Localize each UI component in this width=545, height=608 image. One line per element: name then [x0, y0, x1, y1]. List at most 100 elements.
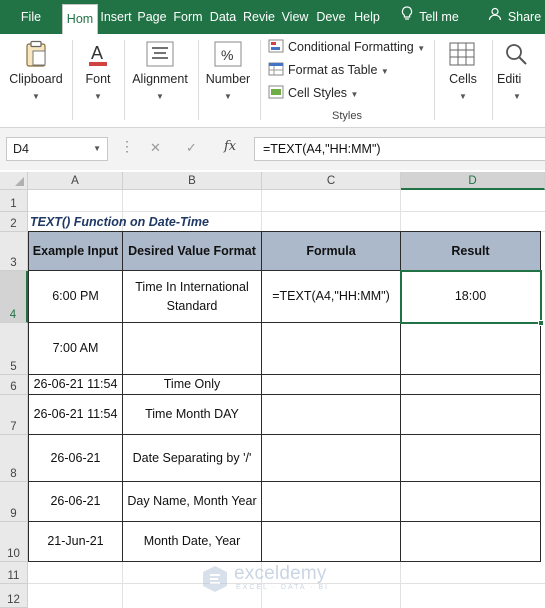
table-cell[interactable]: [401, 323, 541, 375]
cancel-icon[interactable]: ✕: [150, 140, 161, 156]
table-cell[interactable]: [262, 435, 401, 482]
table-cell[interactable]: [262, 323, 401, 375]
row-header-2[interactable]: 2: [0, 212, 28, 232]
table-cell[interactable]: Time Only: [123, 375, 262, 395]
table-cell[interactable]: 26-06-21: [29, 482, 123, 522]
table-cell[interactable]: [262, 395, 401, 435]
row-header-3[interactable]: 3: [0, 232, 28, 271]
table-cell[interactable]: Date Separating by '/': [123, 435, 262, 482]
chevron-down-icon: ▼: [32, 92, 40, 101]
exceldemy-logo-icon: [203, 566, 227, 592]
tab-formulas[interactable]: Form: [171, 0, 205, 34]
enter-icon[interactable]: ✓: [186, 140, 197, 156]
number-group[interactable]: % Number ▼: [199, 34, 257, 128]
column-header-b[interactable]: B: [123, 172, 262, 190]
ribbon: Clipboard ▼ A Font ▼ Alignment ▼ % Numbe…: [0, 34, 545, 128]
table-cell[interactable]: [401, 482, 541, 522]
table-cell[interactable]: 6:00 PM: [29, 271, 123, 323]
table-cell[interactable]: 26-06-21: [29, 435, 123, 482]
table-cell[interactable]: 26-06-21 11:54: [29, 375, 123, 395]
alignment-group[interactable]: Alignment ▼: [125, 34, 195, 128]
chevron-down-icon[interactable]: ▼: [93, 138, 101, 160]
share-button[interactable]: Share: [484, 0, 545, 34]
table-cell-selected[interactable]: 18:00: [401, 271, 541, 323]
clipboard-group[interactable]: Clipboard ▼: [0, 34, 72, 128]
conditional-formatting-label: Conditional Formatting: [288, 40, 414, 54]
tab-view[interactable]: View: [279, 0, 311, 34]
cells-group[interactable]: Cells ▼: [435, 34, 491, 128]
row-header-9[interactable]: 9: [0, 482, 28, 522]
table-cell[interactable]: [401, 395, 541, 435]
fill-handle[interactable]: [538, 320, 544, 326]
table-cell[interactable]: [262, 375, 401, 395]
spreadsheet-grid[interactable]: A B C D 1 2 3 4 5 6 7 8 9 10 11 12 TEXT(…: [0, 172, 545, 608]
table-cell[interactable]: 26-06-21 11:54: [29, 395, 123, 435]
divider: [260, 40, 261, 120]
select-all-button[interactable]: [0, 172, 28, 190]
number-label: Number: [205, 72, 251, 86]
tab-home[interactable]: Hom: [62, 4, 98, 34]
row-header-12[interactable]: 12: [0, 584, 28, 608]
row-header-6[interactable]: 6: [0, 375, 28, 395]
tab-developer[interactable]: Deve: [313, 0, 349, 34]
table-cell[interactable]: [401, 522, 541, 562]
chevron-down-icon: ▼: [94, 92, 102, 101]
table-cell[interactable]: Time Month DAY: [123, 395, 262, 435]
tab-file[interactable]: File: [8, 0, 54, 34]
row-header-1[interactable]: 1: [0, 190, 28, 212]
table-cell[interactable]: [123, 323, 262, 375]
search-icon: [501, 40, 531, 68]
table-cell[interactable]: 7:00 AM: [29, 323, 123, 375]
row-header-8[interactable]: 8: [0, 435, 28, 482]
editing-label: Editi: [497, 72, 522, 86]
font-label: Font: [85, 72, 111, 86]
row-header-10[interactable]: 10: [0, 522, 28, 562]
row-header-11[interactable]: 11: [0, 562, 28, 584]
watermark-name: exceldemy: [234, 563, 327, 584]
row-header-5[interactable]: 5: [0, 323, 28, 375]
row-header-7[interactable]: 7: [0, 395, 28, 435]
table-cell[interactable]: [401, 375, 541, 395]
table-cell[interactable]: 21-Jun-21: [29, 522, 123, 562]
tab-help[interactable]: Help: [351, 0, 383, 34]
tell-me-search[interactable]: Tell me: [392, 0, 468, 34]
tab-page-layout[interactable]: Page: [135, 0, 169, 34]
alignment-label: Alignment: [132, 72, 188, 86]
percent-icon: %: [213, 40, 243, 68]
chevron-down-icon: ▼: [513, 92, 521, 101]
column-header-c[interactable]: C: [262, 172, 401, 190]
header-desired-value-format[interactable]: Desired Value Format: [123, 232, 262, 271]
cell-styles-button[interactable]: Cell Styles ▼: [268, 83, 358, 103]
tab-review[interactable]: Revie: [241, 0, 277, 34]
tab-insert[interactable]: Insert: [99, 0, 133, 34]
insert-function-button[interactable]: fx: [224, 139, 236, 154]
ribbon-tab-bar: File Hom Insert Page Form Data Revie Vie…: [0, 0, 545, 34]
editing-group[interactable]: Editi ▼: [493, 34, 545, 128]
row-header-4[interactable]: 4: [0, 271, 28, 323]
name-box-value: D4: [13, 142, 29, 156]
table-cell[interactable]: [401, 435, 541, 482]
font-group[interactable]: A Font ▼: [73, 34, 123, 128]
cell-styles-label: Cell Styles: [288, 86, 348, 100]
clipboard-label: Clipboard: [9, 72, 63, 86]
name-box[interactable]: D4 ▼: [6, 137, 108, 161]
font-icon: A: [83, 40, 113, 68]
table-cell[interactable]: [262, 522, 401, 562]
header-example-input[interactable]: Example Input: [29, 232, 123, 271]
table-cell[interactable]: [262, 482, 401, 522]
table-cell[interactable]: Day Name, Month Year: [123, 482, 262, 522]
format-as-table-button[interactable]: Format as Table ▼: [268, 60, 389, 80]
tab-data[interactable]: Data: [207, 0, 239, 34]
alignment-icon: [145, 40, 175, 68]
table-cell[interactable]: =TEXT(A4,"HH:MM"): [262, 271, 401, 323]
header-formula[interactable]: Formula: [262, 232, 401, 271]
header-result[interactable]: Result: [401, 232, 541, 271]
conditional-formatting-button[interactable]: Conditional Formatting ▼: [268, 37, 425, 57]
table-cell[interactable]: Time In International Standard: [123, 271, 262, 323]
column-header-d[interactable]: D: [401, 172, 545, 190]
drag-handle-icon[interactable]: ⋮: [120, 138, 134, 155]
table-cell[interactable]: Month Date, Year: [123, 522, 262, 562]
tell-me-label: Tell me: [419, 10, 459, 24]
column-header-a[interactable]: A: [28, 172, 123, 190]
formula-input[interactable]: =TEXT(A4,"HH:MM"): [254, 137, 545, 161]
